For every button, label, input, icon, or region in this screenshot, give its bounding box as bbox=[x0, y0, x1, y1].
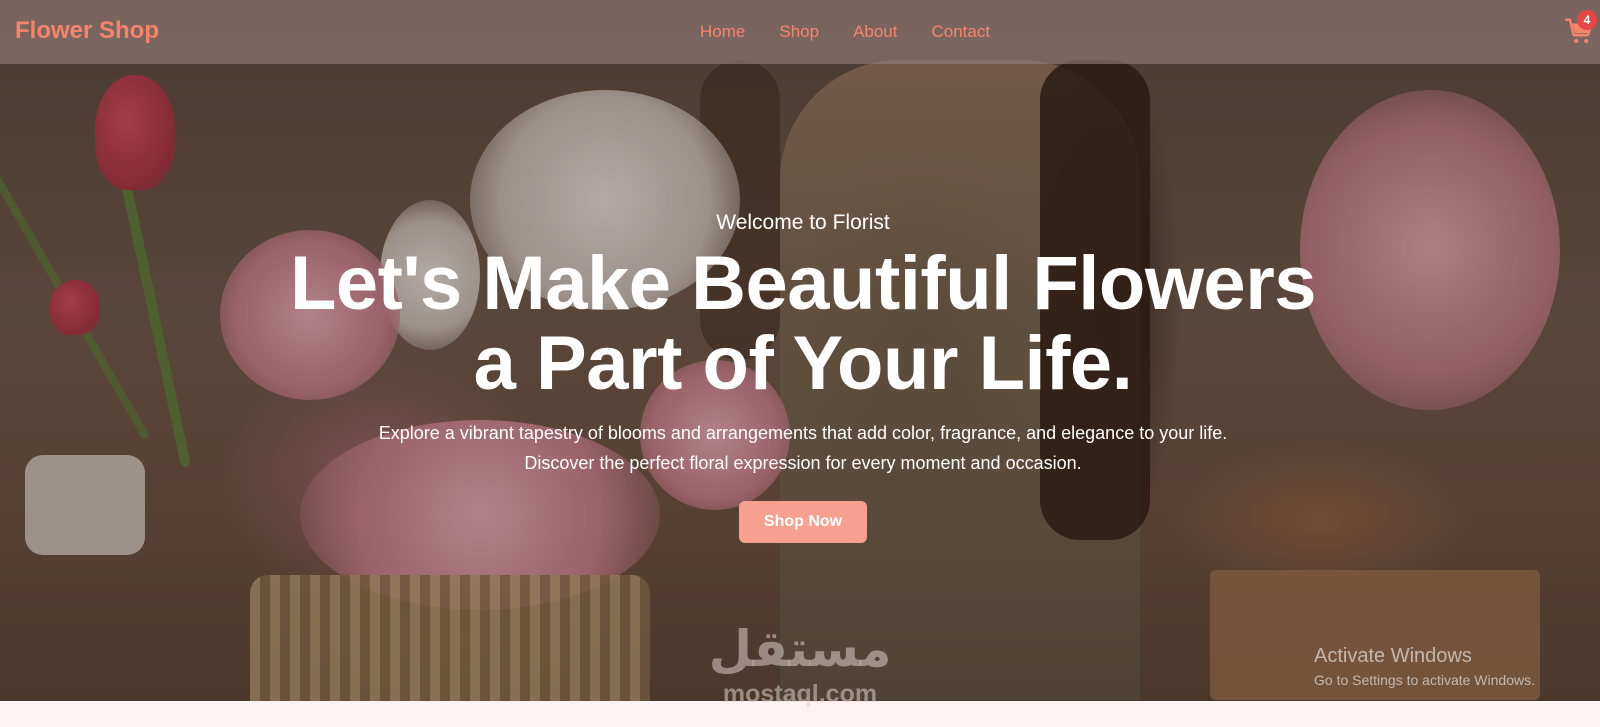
hero-description-line-1: Explore a vibrant tapestry of blooms and… bbox=[378, 423, 1228, 443]
watermark-latin: mostaql.com bbox=[722, 680, 878, 708]
nav-link-shop[interactable]: Shop bbox=[779, 22, 819, 42]
hero-description-line-2: Discover the perfect floral expression f… bbox=[524, 453, 1082, 473]
hero-headline: Let's Make Beautiful Flowers a Part of Y… bbox=[0, 244, 1600, 404]
nav-link-contact[interactable]: Contact bbox=[932, 22, 991, 42]
activate-windows-title: Activate Windows bbox=[1314, 645, 1472, 667]
tulip-bloom bbox=[95, 75, 175, 190]
watermark-arabic: مستقل bbox=[708, 621, 892, 677]
nav-link-home[interactable]: Home bbox=[700, 22, 745, 42]
activate-windows-overlay: Activate Windows Go to Settings to activ… bbox=[1314, 645, 1535, 688]
top-navbar: Flower Shop Home Shop About Contact 4 bbox=[0, 0, 1600, 64]
wicker-basket bbox=[250, 575, 650, 701]
shop-now-button[interactable]: Shop Now bbox=[739, 501, 867, 543]
nav-link-about[interactable]: About bbox=[853, 22, 897, 42]
brand-logo[interactable]: Flower Shop bbox=[15, 17, 159, 45]
hero-headline-line-2: a Part of Your Life. bbox=[473, 321, 1133, 406]
hero-welcome-text: Welcome to Florist bbox=[716, 211, 890, 234]
hero-headline-line-1: Let's Make Beautiful Flowers bbox=[289, 241, 1317, 326]
activate-windows-subtitle: Go to Settings to activate Windows. bbox=[1314, 672, 1535, 688]
hero-description: Explore a vibrant tapestry of blooms and… bbox=[0, 418, 1600, 478]
cart-count-badge[interactable]: 4 bbox=[1577, 10, 1597, 30]
nav-menu: Home Shop About Contact bbox=[700, 22, 1024, 42]
